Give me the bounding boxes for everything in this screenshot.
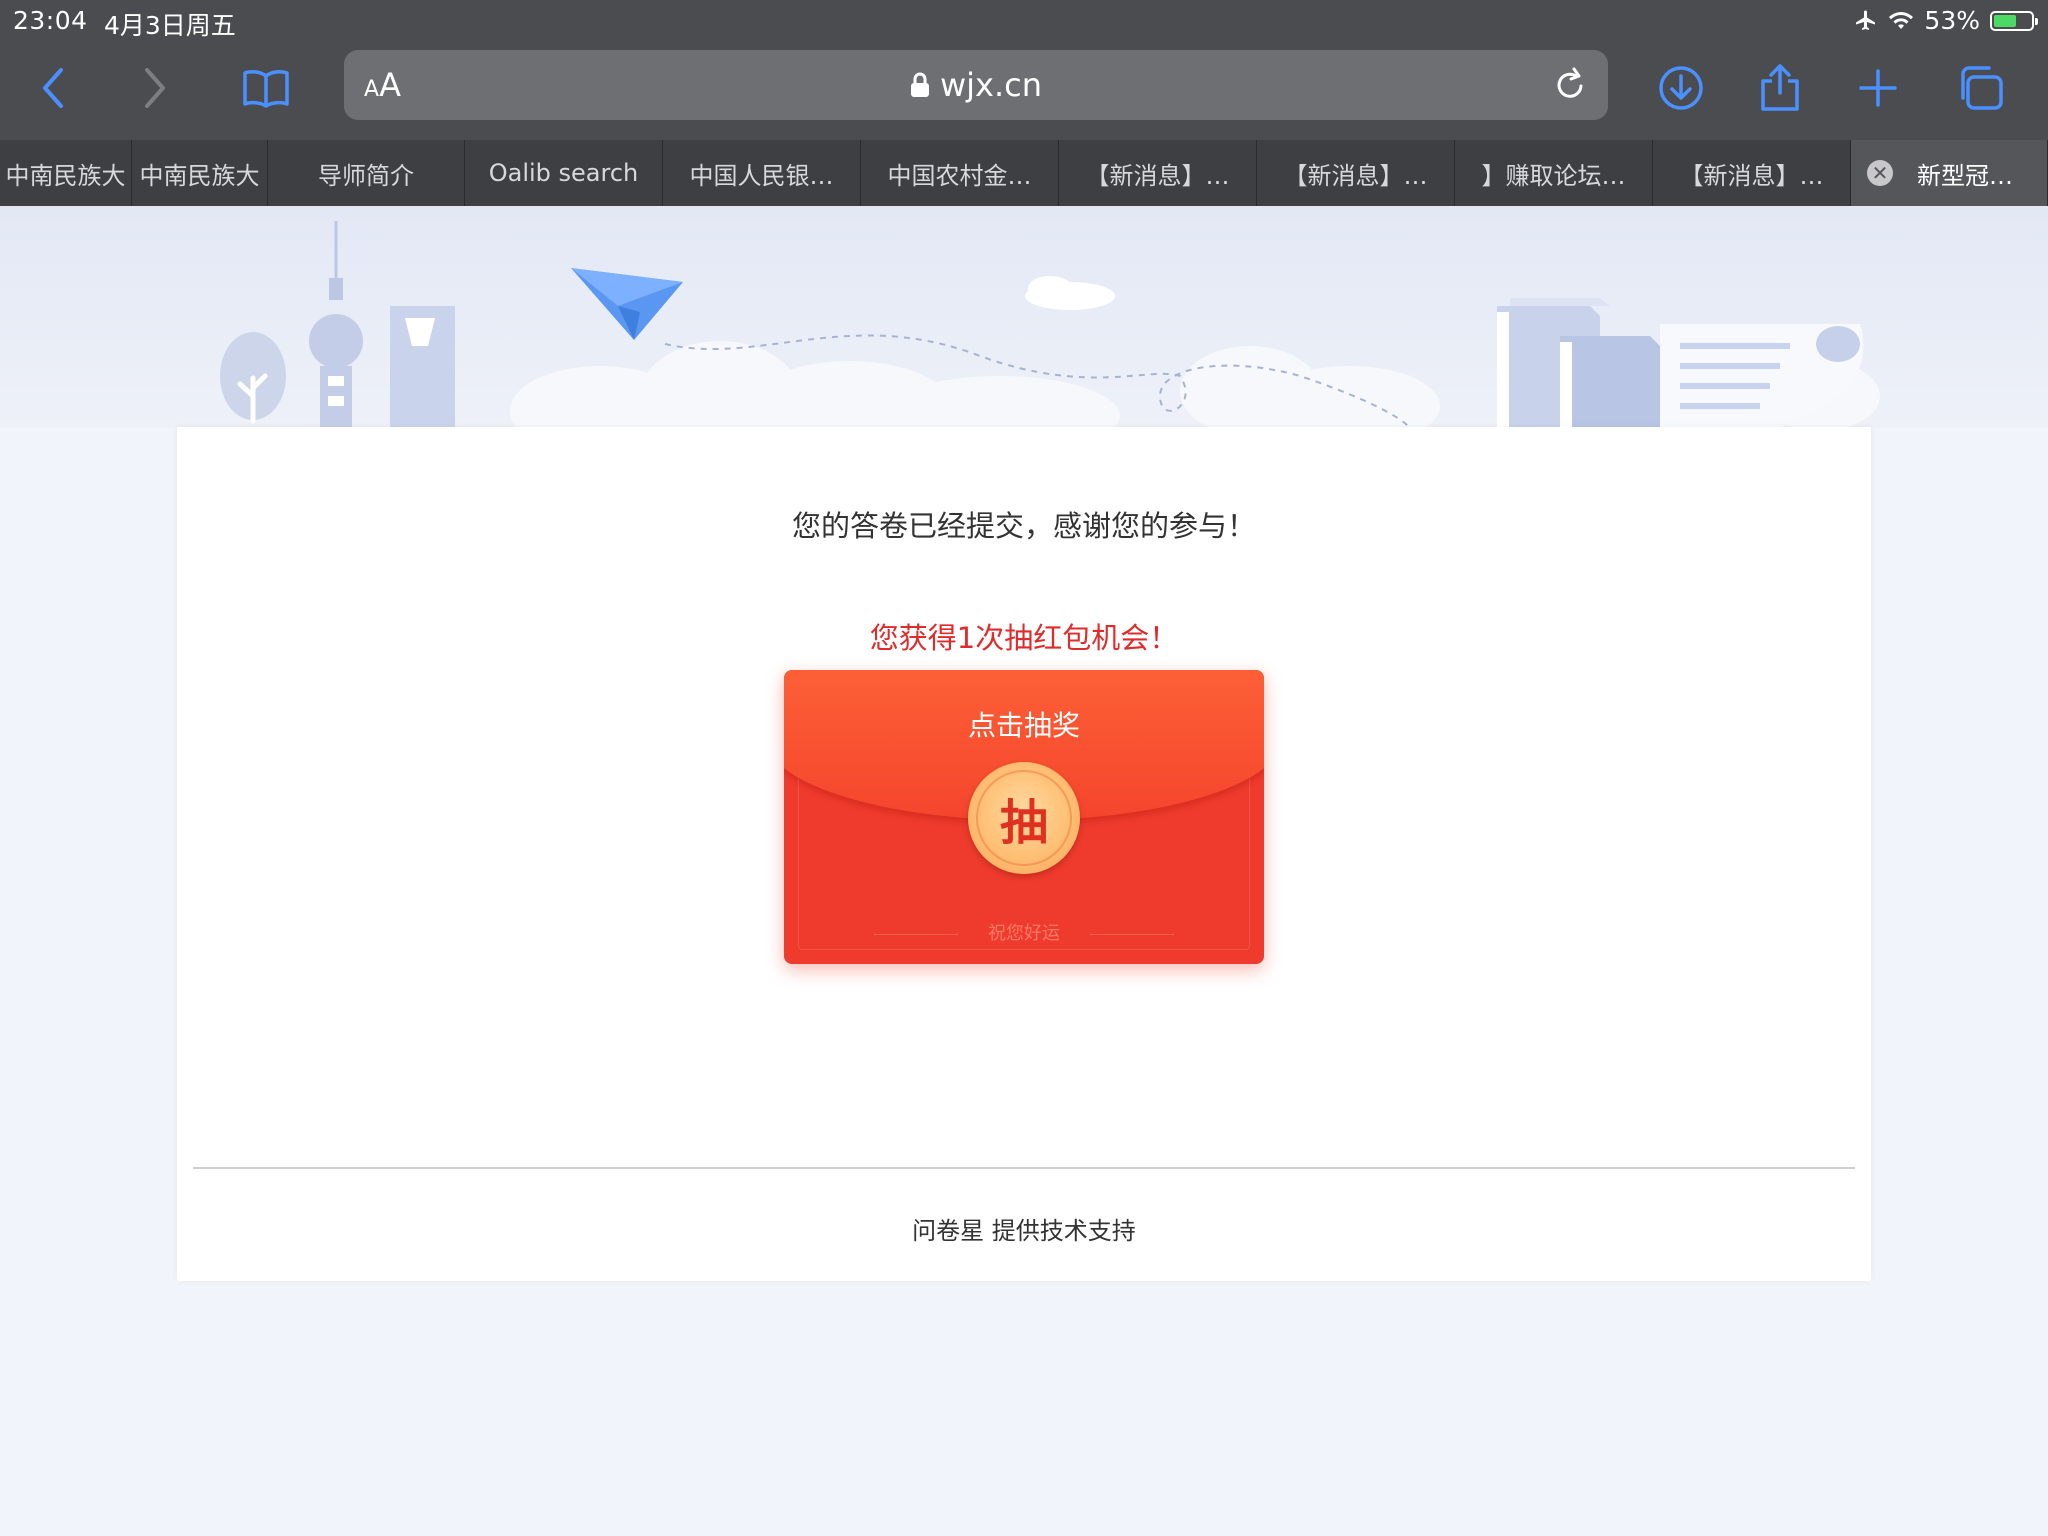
tab-item[interactable]: 】赚取论坛… (1455, 140, 1653, 206)
battery-icon (1990, 10, 2038, 31)
draw-label: 点击抽奖 (967, 709, 1080, 742)
tab-item[interactable]: 中南民族大 (132, 140, 268, 206)
address-bar[interactable]: AA wjx.cn (344, 50, 1608, 120)
submission-message: 您的答卷已经提交，感谢您的参与！ (791, 509, 1256, 543)
download-icon (1659, 66, 1703, 110)
lock-icon (910, 72, 929, 97)
url-display: wjx.cn (344, 66, 1608, 104)
footer-divider (193, 1167, 1855, 1169)
back-button[interactable] (24, 58, 84, 118)
status-time: 23:04 (13, 6, 88, 35)
tab-item[interactable]: 【新消息】… (1653, 140, 1851, 206)
tab-bar: 中南民族大 中南民族大 导师简介 Oalib search 中国人民银… 中国农… (0, 140, 2048, 206)
share-icon (1761, 64, 1799, 111)
tab-item[interactable]: Oalib search (465, 140, 663, 206)
downloads-button[interactable] (1651, 58, 1711, 118)
tab-item[interactable]: 导师简介 (268, 140, 465, 206)
browser-toolbar: AA wjx.cn (0, 40, 2048, 140)
tab-item-active[interactable]: ✕ 新型冠… (1851, 140, 2048, 206)
tab-item[interactable]: 【新消息】… (1257, 140, 1455, 206)
new-tab-button[interactable] (1848, 58, 1908, 118)
powered-by-footer: 问卷星 提供技术支持 (912, 1217, 1136, 1245)
good-luck-line: 祝您好运 (874, 919, 1174, 949)
draw-coin-button[interactable]: 抽 (968, 762, 1080, 874)
forward-icon (145, 68, 165, 108)
url-text: wjx.cn (939, 66, 1043, 104)
airplane-mode-icon (1856, 10, 1876, 30)
bookmarks-icon (243, 70, 289, 108)
tabs-overview-icon (1961, 66, 2003, 110)
status-indicators: 53% (1854, 6, 2038, 35)
status-date: 4月3日周五 (104, 11, 236, 40)
good-luck-text: 祝您好运 (988, 923, 1060, 944)
result-card: 您的答卷已经提交，感谢您的参与！ 您获得1次抽红包机会！ 点击抽奖 抽 祝您好运… (177, 427, 1871, 1281)
city-skyline-illustration (220, 221, 1880, 456)
tab-item[interactable]: 中南民族大 (0, 140, 132, 206)
new-tab-icon (1859, 69, 1897, 107)
share-button[interactable] (1750, 58, 1810, 118)
tab-item[interactable]: 【新消息】… (1059, 140, 1257, 206)
tab-item[interactable]: 中国人民银… (663, 140, 861, 206)
battery-percent: 53% (1924, 6, 1980, 35)
back-icon (43, 68, 63, 108)
reload-icon[interactable] (1550, 64, 1590, 104)
forward-button[interactable] (124, 58, 184, 118)
header-illustration (0, 206, 2048, 456)
page-content: 您的答卷已经提交，感谢您的参与！ 您获得1次抽红包机会！ 点击抽奖 抽 祝您好运… (0, 206, 2048, 1536)
status-bar: 23:04 4月3日周五 53% (0, 0, 2048, 40)
red-envelope-lottery-button[interactable]: 点击抽奖 抽 祝您好运 (784, 670, 1264, 964)
tabs-overview-button[interactable] (1950, 58, 2010, 118)
bookmarks-button[interactable] (236, 58, 296, 118)
close-tab-icon[interactable]: ✕ (1867, 160, 1893, 186)
wifi-icon (1889, 11, 1914, 29)
tab-item[interactable]: 中国农村金… (861, 140, 1059, 206)
prize-message: 您获得1次抽红包机会！ (869, 621, 1179, 655)
